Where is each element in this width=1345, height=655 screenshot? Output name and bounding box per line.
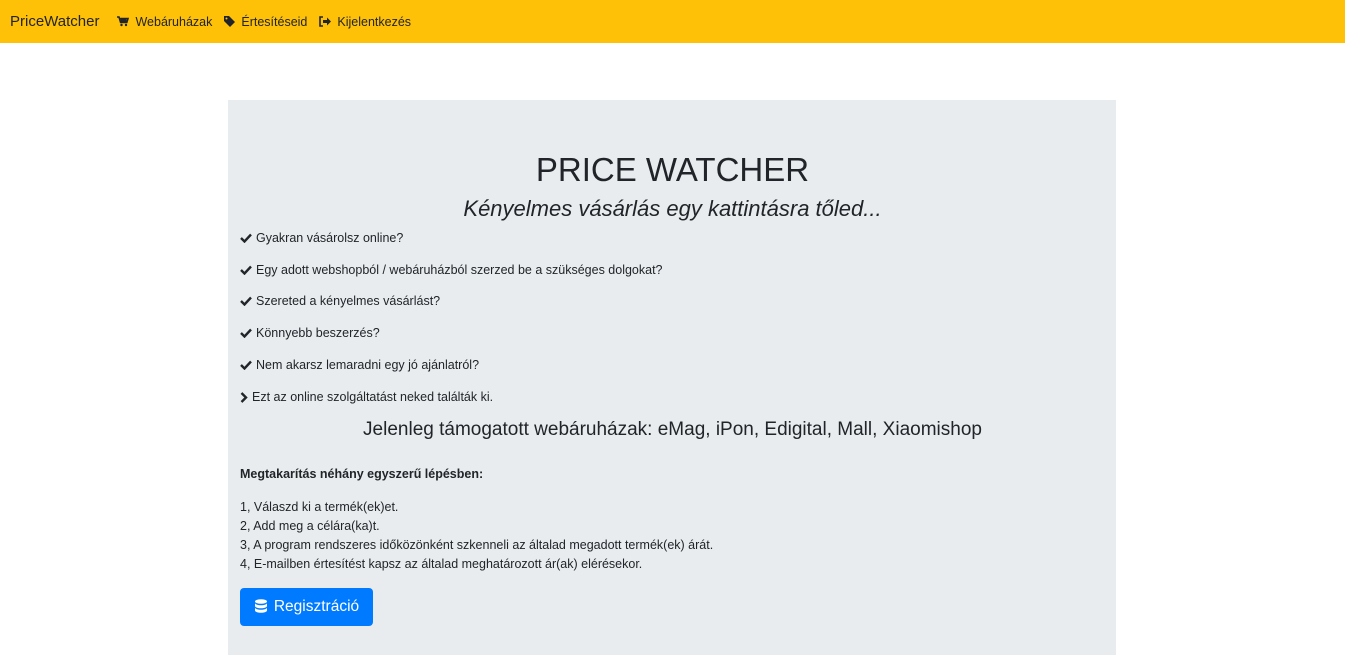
- brand-link[interactable]: PriceWatcher: [10, 13, 99, 30]
- step-item: 2, Add meg a célára(ka)t.: [240, 519, 380, 533]
- database-icon: [254, 599, 267, 613]
- tag-icon: [224, 16, 236, 27]
- step-item: 4, E-mailben értesítést kapsz az általad…: [240, 557, 643, 571]
- check-icon: [240, 360, 252, 370]
- feature-text: Könnyebb beszerzés?: [256, 326, 380, 340]
- check-icon: [240, 328, 252, 338]
- page-title: PRICE WATCHER: [535, 151, 810, 188]
- check-icon: [240, 265, 252, 275]
- nav-item-ertesiteseid[interactable]: Értesítéseid: [224, 15, 307, 29]
- sign-out-icon: [319, 16, 332, 27]
- page-subtitle: Kényelmes vásárlás egy kattintásra tőled…: [463, 196, 882, 221]
- cart-icon: [117, 16, 130, 27]
- feature-text: Nem akarsz lemaradni egy jó ajánlatról?: [256, 358, 480, 372]
- register-button[interactable]: Regisztráció: [240, 588, 373, 626]
- top-navbar: PriceWatcher Webáruházak Értesítéseid Ki…: [0, 0, 1345, 43]
- feature-item: Könnyebb beszerzés?: [240, 324, 380, 342]
- feature-item: Nem akarsz lemaradni egy jó ajánlatról?: [240, 356, 479, 374]
- nav-item-kijelentkezes[interactable]: Kijelentkezés: [319, 15, 411, 29]
- supported-shops: Jelenleg támogatott webáruházak: eMag, i…: [363, 419, 982, 440]
- conclusion-text: Ezt az online szolgáltatást neked talált…: [252, 390, 494, 404]
- nav-item-label: Kijelentkezés: [337, 14, 412, 29]
- chevron-right-icon: [240, 391, 248, 403]
- step-item: 1, Válaszd ki a termék(ek)et.: [240, 500, 399, 514]
- step-item: 3, A program rendszeres időközönként szk…: [240, 538, 714, 552]
- feature-item: Gyakran vásárolsz online?: [240, 229, 403, 247]
- nav-item-webaruhazak[interactable]: Webáruházak: [117, 15, 212, 29]
- feature-text: Egy adott webshopból / webáruházból szer…: [256, 263, 663, 277]
- feature-text: Gyakran vásárolsz online?: [256, 231, 404, 245]
- feature-item: Szereted a kényelmes vásárlást?: [240, 292, 440, 310]
- check-icon: [240, 233, 252, 243]
- feature-item: Egy adott webshopból / webáruházból szer…: [240, 261, 663, 279]
- nav-item-label: Értesítéseid: [241, 14, 308, 29]
- feature-text: Szereted a kényelmes vásárlást?: [256, 294, 441, 308]
- steps-heading: Megtakarítás néhány egyszerű lépésben:: [240, 467, 484, 481]
- register-button-label: Regisztráció: [273, 598, 360, 615]
- feature-conclusion: Ezt az online szolgáltatást neked talált…: [240, 388, 493, 406]
- nav-item-label: Webáruházak: [135, 14, 213, 29]
- check-icon: [240, 296, 252, 306]
